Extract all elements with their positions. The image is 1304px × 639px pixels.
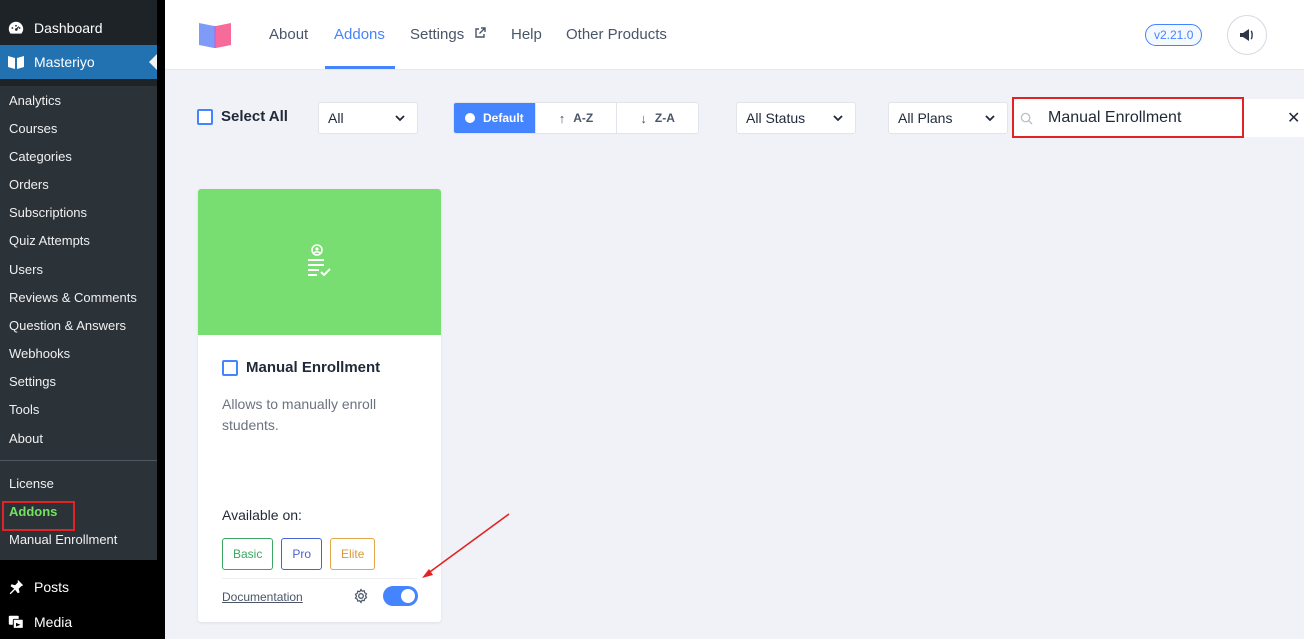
- addon-select-checkbox[interactable]: [222, 359, 238, 376]
- documentation-link[interactable]: Documentation: [222, 590, 303, 604]
- submenu-analytics[interactable]: Analytics: [9, 93, 61, 108]
- addon-card: Manual Enrollment Allows to manually enr…: [198, 189, 441, 622]
- menu-media[interactable]: Media: [0, 605, 157, 639]
- chevron-down-icon: [395, 115, 405, 122]
- addon-title-row: Manual Enrollment: [222, 359, 380, 376]
- pin-icon: [6, 577, 26, 597]
- addon-enable-toggle[interactable]: [383, 586, 418, 606]
- book-icon: [6, 52, 26, 72]
- menu-dashboard-label: Dashboard: [34, 20, 103, 36]
- megaphone-icon: [1240, 29, 1253, 41]
- sort-button-group: Default ↑ A-Z ↓ Z-A: [453, 102, 699, 134]
- whats-new-button[interactable]: [1227, 15, 1267, 55]
- nav-settings-label: Settings: [410, 26, 465, 43]
- category-filter-dropdown[interactable]: All: [318, 102, 418, 134]
- plan-filter-dropdown[interactable]: All Plans: [888, 102, 1008, 134]
- dashboard-icon: [6, 18, 26, 38]
- submenu-manual-enrollment[interactable]: Manual Enrollment: [9, 532, 117, 547]
- submenu-categories[interactable]: Categories: [9, 149, 72, 164]
- menu-media-label: Media: [34, 614, 73, 630]
- plan-badges: Basic Pro Elite: [222, 538, 376, 570]
- nav-addons[interactable]: Addons: [334, 26, 385, 43]
- addon-banner: [198, 189, 441, 335]
- gear-icon[interactable]: [353, 588, 369, 604]
- addon-description: Allows to manually enroll students.: [222, 396, 377, 433]
- submenu-questions[interactable]: Question & Answers: [9, 318, 126, 333]
- version-badge: v2.21.0: [1145, 24, 1203, 46]
- nav-about[interactable]: About: [269, 26, 308, 43]
- submenu-subscriptions[interactable]: Subscriptions: [9, 205, 87, 220]
- sort-default-label: Default: [483, 111, 524, 125]
- menu-posts[interactable]: Posts: [0, 570, 157, 604]
- select-all-checkbox[interactable]: [197, 108, 213, 125]
- sort-a-z-button[interactable]: ↑ A-Z: [536, 103, 618, 133]
- status-filter-dropdown[interactable]: All Status: [736, 102, 856, 134]
- plan-badge-pro: Pro: [281, 538, 323, 570]
- nav-other-products[interactable]: Other Products: [566, 26, 667, 43]
- category-filter-value: All: [328, 110, 344, 126]
- submenu-reviews[interactable]: Reviews & Comments: [9, 290, 137, 305]
- active-tab-indicator: [325, 66, 395, 69]
- sort-default-button[interactable]: Default: [454, 103, 536, 133]
- external-link-icon: [474, 27, 487, 42]
- media-icon: [6, 612, 26, 632]
- submenu-users[interactable]: Users: [9, 262, 43, 277]
- wp-admin-sidebar: Dashboard Masteriyo Analytics Courses Ca…: [0, 0, 165, 639]
- addons-highlight-box: [2, 501, 75, 531]
- annotation-arrow: [422, 513, 510, 578]
- arrow-down-icon: ↓: [640, 110, 647, 126]
- submenu-quiz-attempts[interactable]: Quiz Attempts: [9, 233, 90, 248]
- select-all-label: Select All: [221, 108, 288, 125]
- clear-search-icon[interactable]: ✕: [1287, 108, 1300, 128]
- masteriyo-submenu: Analytics Courses Categories Orders Subs…: [0, 86, 157, 560]
- submenu-settings[interactable]: Settings: [9, 374, 56, 389]
- chevron-down-icon: [985, 115, 995, 122]
- nav-settings[interactable]: Settings: [410, 26, 487, 43]
- submenu-about[interactable]: About: [9, 431, 43, 446]
- menu-masteriyo-label: Masteriyo: [34, 54, 95, 70]
- manual-enrollment-icon: [307, 244, 331, 277]
- arrow-up-icon: ↑: [558, 110, 566, 126]
- sort-z-a-button[interactable]: ↓ Z-A: [617, 103, 698, 133]
- search-input[interactable]: [1048, 107, 1238, 129]
- plan-badge-basic: Basic: [222, 538, 274, 570]
- submenu-courses[interactable]: Courses: [9, 121, 57, 136]
- masteriyo-logo[interactable]: [197, 20, 233, 50]
- menu-masteriyo[interactable]: Masteriyo: [0, 45, 157, 79]
- masteriyo-header: About Addons Settings Help Other Product…: [165, 0, 1304, 70]
- status-filter-value: All Status: [746, 110, 806, 126]
- plan-filter-value: All Plans: [898, 110, 953, 126]
- addon-title: Manual Enrollment: [246, 359, 381, 376]
- submenu-orders[interactable]: Orders: [9, 177, 49, 192]
- chevron-down-icon: [833, 115, 843, 122]
- radio-dot-icon: [465, 113, 475, 123]
- menu-dashboard[interactable]: Dashboard: [0, 11, 157, 45]
- select-all[interactable]: Select All: [197, 108, 288, 125]
- plan-badge-elite: Elite: [330, 538, 376, 570]
- submenu-divider: [0, 460, 157, 461]
- search-icon: [1020, 112, 1033, 125]
- card-divider: [222, 578, 417, 579]
- submenu-license[interactable]: License: [9, 476, 54, 491]
- available-on-label: Available on:: [222, 507, 302, 523]
- toggle-knob: [401, 589, 415, 603]
- submenu-tools[interactable]: Tools: [9, 402, 39, 417]
- nav-help[interactable]: Help: [511, 26, 542, 43]
- submenu-webhooks[interactable]: Webhooks: [9, 346, 70, 361]
- sort-z-a-label: Z-A: [654, 111, 675, 125]
- menu-posts-label: Posts: [34, 579, 70, 595]
- sort-a-z-label: A-Z: [573, 111, 594, 125]
